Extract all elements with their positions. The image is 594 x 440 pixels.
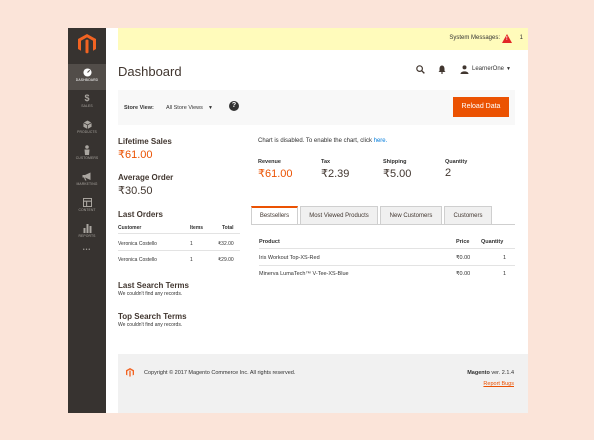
last-orders-customer: Veronica Costello: [118, 241, 157, 247]
store-view-switcher[interactable]: All Store Views: [166, 105, 203, 111]
last-orders-items: 1: [190, 257, 193, 263]
sidebar-item-dashboard[interactable]: DASHBOARD: [68, 64, 106, 90]
bestsellers-header-product: Product: [259, 239, 280, 245]
bestsellers-header-quantity: Quantity: [481, 239, 504, 245]
stat-shipping-value: ₹5.00: [383, 168, 412, 180]
last-orders-total: ₹29.00: [218, 257, 234, 263]
stat-tax-value: ₹2.39: [321, 168, 350, 180]
tab-bestsellers[interactable]: Bestsellers: [251, 206, 298, 225]
divider: [259, 265, 515, 266]
sidebar-item-label: MARKETING: [76, 182, 98, 186]
sidebar-item-label: CONTENT: [78, 208, 96, 212]
chart-disabled-note: Chart is disabled. To enable the chart, …: [258, 138, 387, 144]
bestseller-product: Iris Workout Top-XS-Red: [259, 255, 320, 261]
version-number: ver. 2.1.4: [489, 370, 514, 376]
admin-frame: DASHBOARD $ SALES PRODUCTS CUSTOMERS MAR…: [68, 28, 528, 413]
last-search-terms-title: Last Search Terms: [118, 281, 189, 290]
stat-revenue-value: ₹61.00: [258, 168, 293, 180]
stat-revenue-label: Revenue: [258, 159, 281, 165]
sidebar-item-label: DASHBOARD: [75, 78, 99, 82]
reload-data-button[interactable]: Reload Data: [453, 97, 509, 117]
sidebar-more-icon[interactable]: •••: [68, 247, 106, 253]
megaphone-icon: [68, 170, 106, 182]
tab-new-customers[interactable]: New Customers: [380, 206, 442, 225]
divider: [118, 250, 240, 251]
bestseller-price: ₹0.00: [456, 271, 471, 277]
version-brand: Magento: [467, 370, 490, 376]
sidebar-item-label: CUSTOMERS: [75, 156, 99, 160]
chart-note-text: Chart is disabled. To enable the chart, …: [258, 138, 374, 144]
system-messages-label: System Messages:: [449, 35, 500, 41]
main-content: System Messages: ! 1 Dashboard LearnerOn…: [106, 28, 528, 413]
user-icon[interactable]: [460, 65, 469, 74]
person-icon: [68, 144, 106, 156]
lifetime-sales-label: Lifetime Sales: [118, 137, 172, 146]
layout-icon: [68, 196, 106, 208]
sidebar-item-marketing[interactable]: MARKETING: [68, 168, 106, 194]
chevron-down-icon[interactable]: ▼: [208, 105, 213, 111]
sidebar-item-content[interactable]: CONTENT: [68, 194, 106, 220]
cube-icon: [68, 118, 106, 130]
enable-chart-link[interactable]: here.: [374, 138, 388, 144]
bestsellers-header-price: Price: [456, 239, 470, 245]
store-view-label: Store View:: [124, 105, 154, 111]
last-orders-items: 1: [190, 241, 193, 247]
last-orders-header-items: Items: [190, 225, 204, 231]
page-title: Dashboard: [118, 64, 182, 79]
lifetime-sales-value: ₹61.00: [118, 149, 153, 161]
bell-icon[interactable]: [438, 65, 446, 74]
chevron-down-icon[interactable]: ▼: [506, 66, 511, 72]
user-menu-label[interactable]: LearnerOne: [472, 66, 504, 72]
tabs-divider: [251, 224, 515, 225]
divider: [259, 248, 515, 249]
sidebar-item-sales[interactable]: $ SALES: [68, 90, 106, 116]
report-bugs-link[interactable]: Report Bugs: [483, 381, 514, 387]
stat-shipping-label: Shipping: [383, 159, 407, 165]
bestseller-product: Minerva LumaTech™ V-Tee-XS-Blue: [259, 271, 349, 277]
last-orders-title: Last Orders: [118, 210, 163, 219]
search-icon[interactable]: [416, 65, 425, 74]
help-icon[interactable]: ?: [229, 101, 239, 111]
magento-logo-icon: [126, 368, 134, 377]
page-footer: Copyright © 2017 Magento Commerce Inc. A…: [118, 354, 528, 413]
stat-quantity-value: 2: [445, 167, 452, 179]
system-messages-count[interactable]: 1: [520, 35, 523, 41]
last-orders-customer: Veronica Costello: [118, 257, 157, 263]
top-search-terms-empty: We couldn't find any records.: [118, 322, 183, 328]
top-search-terms-title: Top Search Terms: [118, 312, 187, 321]
bestseller-price: ₹0.00: [456, 255, 471, 261]
last-search-terms-empty: We couldn't find any records.: [118, 291, 183, 297]
sidebar-item-products[interactable]: PRODUCTS: [68, 116, 106, 142]
sidebar-item-customers[interactable]: CUSTOMERS: [68, 142, 106, 168]
bestseller-quantity: 1: [503, 271, 507, 277]
bestseller-quantity: 1: [503, 255, 507, 261]
last-orders-header-total: Total: [222, 225, 234, 231]
stat-quantity-label: Quantity: [445, 159, 468, 165]
average-order-value: ₹30.50: [118, 185, 153, 197]
warning-icon[interactable]: !: [502, 34, 512, 43]
dashboard-icon: [68, 66, 106, 78]
average-order-label: Average Order: [118, 173, 174, 182]
version-text: Magento ver. 2.1.4: [467, 370, 514, 376]
sidebar-item-label: PRODUCTS: [77, 130, 97, 134]
system-messages-bar[interactable]: System Messages: ! 1: [118, 28, 528, 50]
sidebar-item-reports[interactable]: REPORTS: [68, 220, 106, 246]
sidebar-item-label: SALES: [81, 104, 93, 108]
last-orders-total: ₹32.00: [218, 241, 234, 247]
sidebar: DASHBOARD $ SALES PRODUCTS CUSTOMERS MAR…: [68, 28, 106, 413]
stat-tax-label: Tax: [321, 159, 331, 165]
copyright-text: Copyright © 2017 Magento Commerce Inc. A…: [144, 370, 296, 376]
tab-customers[interactable]: Customers: [444, 206, 492, 225]
sidebar-item-label: REPORTS: [78, 234, 96, 238]
last-orders-header-customer: Customer: [118, 225, 142, 231]
page-actions-bar: Store View: All Store Views ▼ ? Reload D…: [118, 90, 515, 125]
tab-most-viewed-products[interactable]: Most Viewed Products: [300, 206, 378, 225]
divider: [118, 233, 240, 234]
magento-logo-icon[interactable]: [78, 34, 96, 54]
bar-chart-icon: [68, 222, 106, 234]
dollar-icon: $: [84, 93, 90, 103]
